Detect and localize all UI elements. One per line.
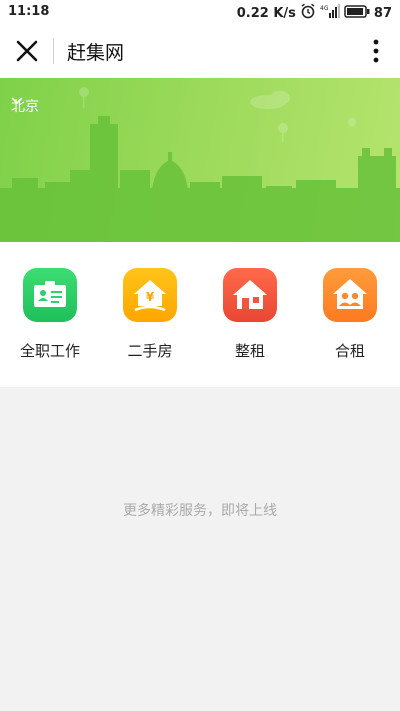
- close-icon: [16, 40, 38, 62]
- house-yuan-icon: ¥: [123, 268, 177, 322]
- house-people-icon: [323, 268, 377, 322]
- city-banner: 北京: [0, 78, 400, 242]
- service-label: 合租: [334, 342, 365, 360]
- network-speed: 0.22 K/s: [236, 5, 296, 21]
- page-title: 赶集网: [67, 42, 125, 64]
- city-selector[interactable]: 北京: [11, 96, 39, 116]
- svg-text:¥: ¥: [146, 290, 155, 304]
- status-time: 11:18: [8, 4, 50, 19]
- service-secondhand-house[interactable]: ¥ 二手房: [100, 268, 200, 368]
- service-shared-rent[interactable]: 合租: [300, 268, 400, 368]
- city-skyline-illustration: [0, 87, 400, 242]
- status-icons: 0.22 K/s 4G 87: [237, 3, 392, 23]
- service-grid: 全职工作 ¥ 二手房 整租 合租: [0, 242, 400, 387]
- nav-bar: 赶集网: [0, 24, 400, 78]
- battery-percent: 87: [373, 5, 392, 21]
- close-button[interactable]: [10, 34, 44, 68]
- signal-icon: 4G: [320, 4, 340, 22]
- battery-icon: [344, 4, 370, 22]
- svg-text:4G: 4G: [320, 5, 329, 12]
- service-fulltime-job[interactable]: 全职工作: [0, 268, 100, 368]
- status-bar: 11:18 0.22 K/s 4G 87: [0, 0, 400, 24]
- more-button[interactable]: [366, 36, 386, 66]
- service-whole-rent[interactable]: 整租: [200, 268, 300, 368]
- service-label: 整租: [234, 342, 265, 360]
- nav-divider: [53, 38, 54, 64]
- chevron-down-icon: [11, 97, 23, 105]
- more-vertical-icon: [373, 39, 379, 63]
- service-label: 二手房: [127, 342, 173, 360]
- alarm-icon: [300, 3, 316, 23]
- id-card-icon: [23, 268, 77, 322]
- service-label: 全职工作: [19, 342, 80, 360]
- house-icon: [223, 268, 277, 322]
- coming-soon-message: 更多精彩服务，即将上线: [123, 503, 277, 519]
